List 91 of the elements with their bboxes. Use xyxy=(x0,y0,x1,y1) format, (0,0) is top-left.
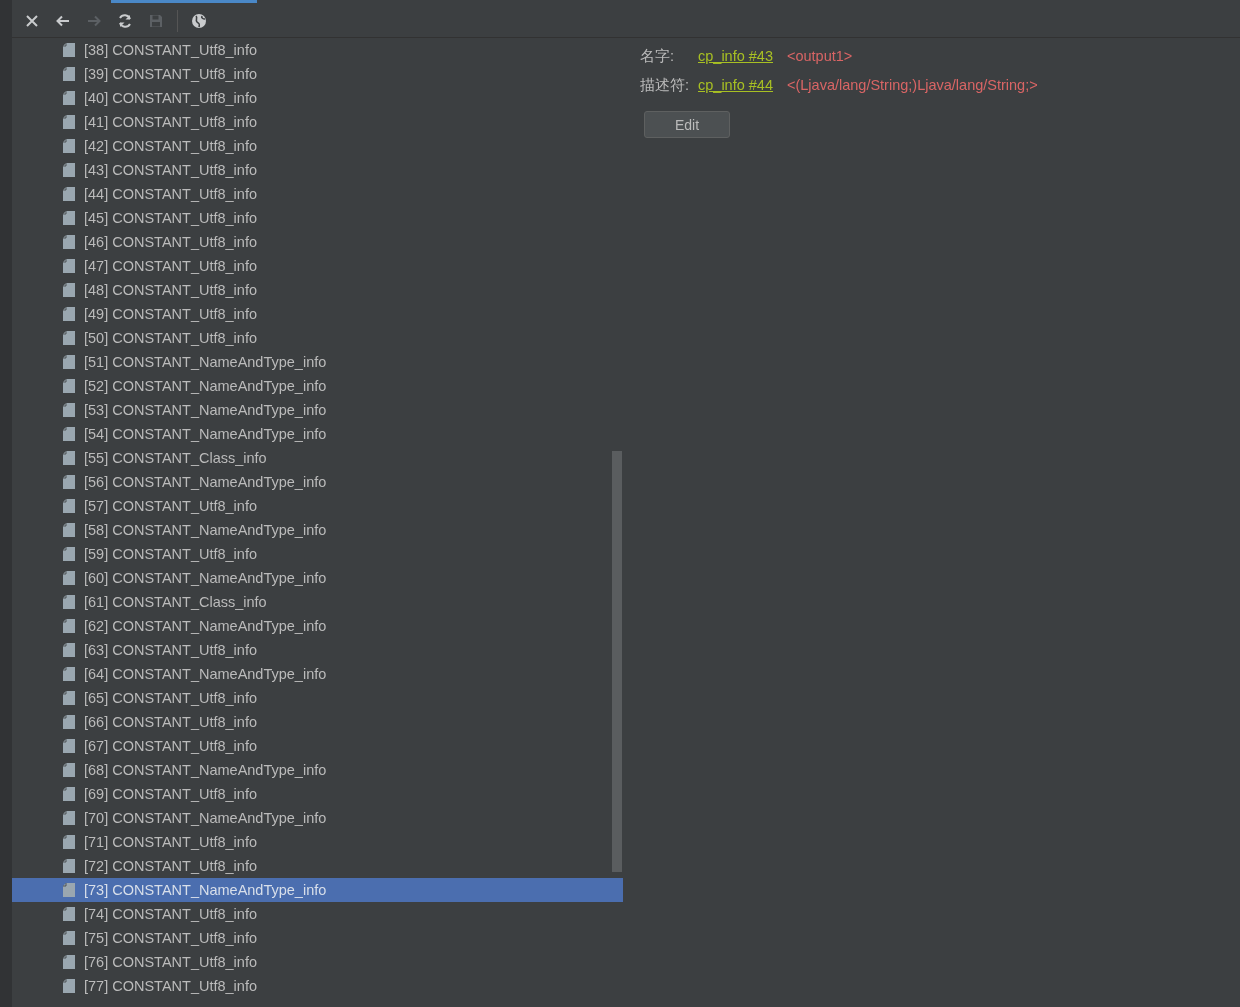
file-icon xyxy=(63,955,75,969)
file-icon xyxy=(63,379,75,393)
file-icon xyxy=(63,355,75,369)
tree-item[interactable]: [69] CONSTANT_Utf8_info xyxy=(12,782,623,806)
tree-item[interactable]: [75] CONSTANT_Utf8_info xyxy=(12,926,623,950)
tree-item[interactable]: [60] CONSTANT_NameAndType_info xyxy=(12,566,623,590)
file-icon xyxy=(63,571,75,585)
tree-item[interactable]: [55] CONSTANT_Class_info xyxy=(12,446,623,470)
file-icon xyxy=(63,907,75,921)
tree-item[interactable]: [62] CONSTANT_NameAndType_info xyxy=(12,614,623,638)
file-icon xyxy=(63,115,75,129)
tree-item[interactable]: [71] CONSTANT_Utf8_info xyxy=(12,830,623,854)
scrollbar[interactable] xyxy=(612,451,622,872)
tree-item[interactable]: [48] CONSTANT_Utf8_info xyxy=(12,278,623,302)
file-icon xyxy=(63,883,75,897)
tree-item[interactable]: [47] CONSTANT_Utf8_info xyxy=(12,254,623,278)
tree-item[interactable]: [52] CONSTANT_NameAndType_info xyxy=(12,374,623,398)
file-icon xyxy=(63,931,75,945)
file-icon xyxy=(63,403,75,417)
file-icon xyxy=(63,619,75,633)
file-icon xyxy=(63,979,75,993)
tree-item[interactable]: [41] CONSTANT_Utf8_info xyxy=(12,110,623,134)
file-icon xyxy=(63,259,75,273)
file-icon xyxy=(63,715,75,729)
file-icon xyxy=(63,91,75,105)
file-icon xyxy=(63,523,75,537)
file-icon xyxy=(63,787,75,801)
file-icon xyxy=(63,643,75,657)
tree-item[interactable]: [73] CONSTANT_NameAndType_info xyxy=(12,878,623,902)
file-icon xyxy=(63,739,75,753)
file-icon xyxy=(63,667,75,681)
edit-button[interactable]: Edit xyxy=(644,111,730,138)
cp-info-link[interactable]: cp_info #43 xyxy=(698,48,773,64)
tree-item[interactable]: [74] CONSTANT_Utf8_info xyxy=(12,902,623,926)
file-icon xyxy=(63,427,75,441)
tree-item[interactable]: [44] CONSTANT_Utf8_info xyxy=(12,182,623,206)
tree-item[interactable]: [56] CONSTANT_NameAndType_info xyxy=(12,470,623,494)
cp-info-link[interactable]: cp_info #44 xyxy=(698,77,773,93)
file-icon xyxy=(63,187,75,201)
tree-item[interactable]: [63] CONSTANT_Utf8_info xyxy=(12,638,623,662)
file-icon xyxy=(63,595,75,609)
file-icon xyxy=(63,811,75,825)
file-icon xyxy=(63,451,75,465)
tree-item[interactable]: [49] CONSTANT_Utf8_info xyxy=(12,302,623,326)
tree-item[interactable]: [77] CONSTANT_Utf8_info xyxy=(12,974,623,998)
refresh-icon xyxy=(117,12,133,29)
close-icon xyxy=(24,12,40,29)
tree-item[interactable]: [68] CONSTANT_NameAndType_info xyxy=(12,758,623,782)
tree-item[interactable]: [65] CONSTANT_Utf8_info xyxy=(12,686,623,710)
field-value: <(Ljava/lang/String;)Ljava/lang/String;> xyxy=(787,77,1038,93)
tree-item[interactable]: [61] CONSTANT_Class_info xyxy=(12,590,623,614)
tree-item[interactable]: [53] CONSTANT_NameAndType_info xyxy=(12,398,623,422)
globe-icon xyxy=(191,12,207,29)
tree-item[interactable]: [59] CONSTANT_Utf8_info xyxy=(12,542,623,566)
file-icon xyxy=(63,763,75,777)
tree-item[interactable]: [45] CONSTANT_Utf8_info xyxy=(12,206,623,230)
tree-item[interactable]: [42] CONSTANT_Utf8_info xyxy=(12,134,623,158)
file-icon xyxy=(63,691,75,705)
field-label: 名字: xyxy=(640,47,676,66)
tree-item[interactable]: [50] CONSTANT_Utf8_info xyxy=(12,326,623,350)
file-icon xyxy=(63,859,75,873)
tree-item[interactable]: [54] CONSTANT_NameAndType_info xyxy=(12,422,623,446)
file-icon xyxy=(63,307,75,321)
tree-item[interactable]: [70] CONSTANT_NameAndType_info xyxy=(12,806,623,830)
file-icon xyxy=(63,283,75,297)
file-icon xyxy=(63,235,75,249)
file-icon xyxy=(63,475,75,489)
tree-item[interactable]: [39] CONSTANT_Utf8_info xyxy=(12,62,623,86)
tree-item[interactable]: [67] CONSTANT_Utf8_info xyxy=(12,734,623,758)
file-icon xyxy=(63,139,75,153)
tree-item[interactable]: [57] CONSTANT_Utf8_info xyxy=(12,494,623,518)
tree-item[interactable]: [43] CONSTANT_Utf8_info xyxy=(12,158,623,182)
file-icon xyxy=(63,67,75,81)
file-icon xyxy=(63,43,75,57)
tree-item[interactable]: [58] CONSTANT_NameAndType_info xyxy=(12,518,623,542)
file-icon xyxy=(63,163,75,177)
tree-item[interactable]: [64] CONSTANT_NameAndType_info xyxy=(12,662,623,686)
tree-item[interactable]: [66] CONSTANT_Utf8_info xyxy=(12,710,623,734)
field-label: 描述符: xyxy=(640,76,691,95)
file-icon xyxy=(63,835,75,849)
tree-item[interactable]: [76] CONSTANT_Utf8_info xyxy=(12,950,623,974)
tree-item[interactable]: [72] CONSTANT_Utf8_info xyxy=(12,854,623,878)
tree-item[interactable]: [38] CONSTANT_Utf8_info xyxy=(12,38,623,62)
file-icon xyxy=(63,331,75,345)
field-value: <output1> xyxy=(787,48,853,64)
file-icon xyxy=(63,211,75,225)
file-icon xyxy=(63,547,75,561)
tree-item[interactable]: [40] CONSTANT_Utf8_info xyxy=(12,86,623,110)
file-icon xyxy=(63,499,75,513)
tree-item[interactable]: [46] CONSTANT_Utf8_info xyxy=(12,230,623,254)
tree-item[interactable]: [51] CONSTANT_NameAndType_info xyxy=(12,350,623,374)
